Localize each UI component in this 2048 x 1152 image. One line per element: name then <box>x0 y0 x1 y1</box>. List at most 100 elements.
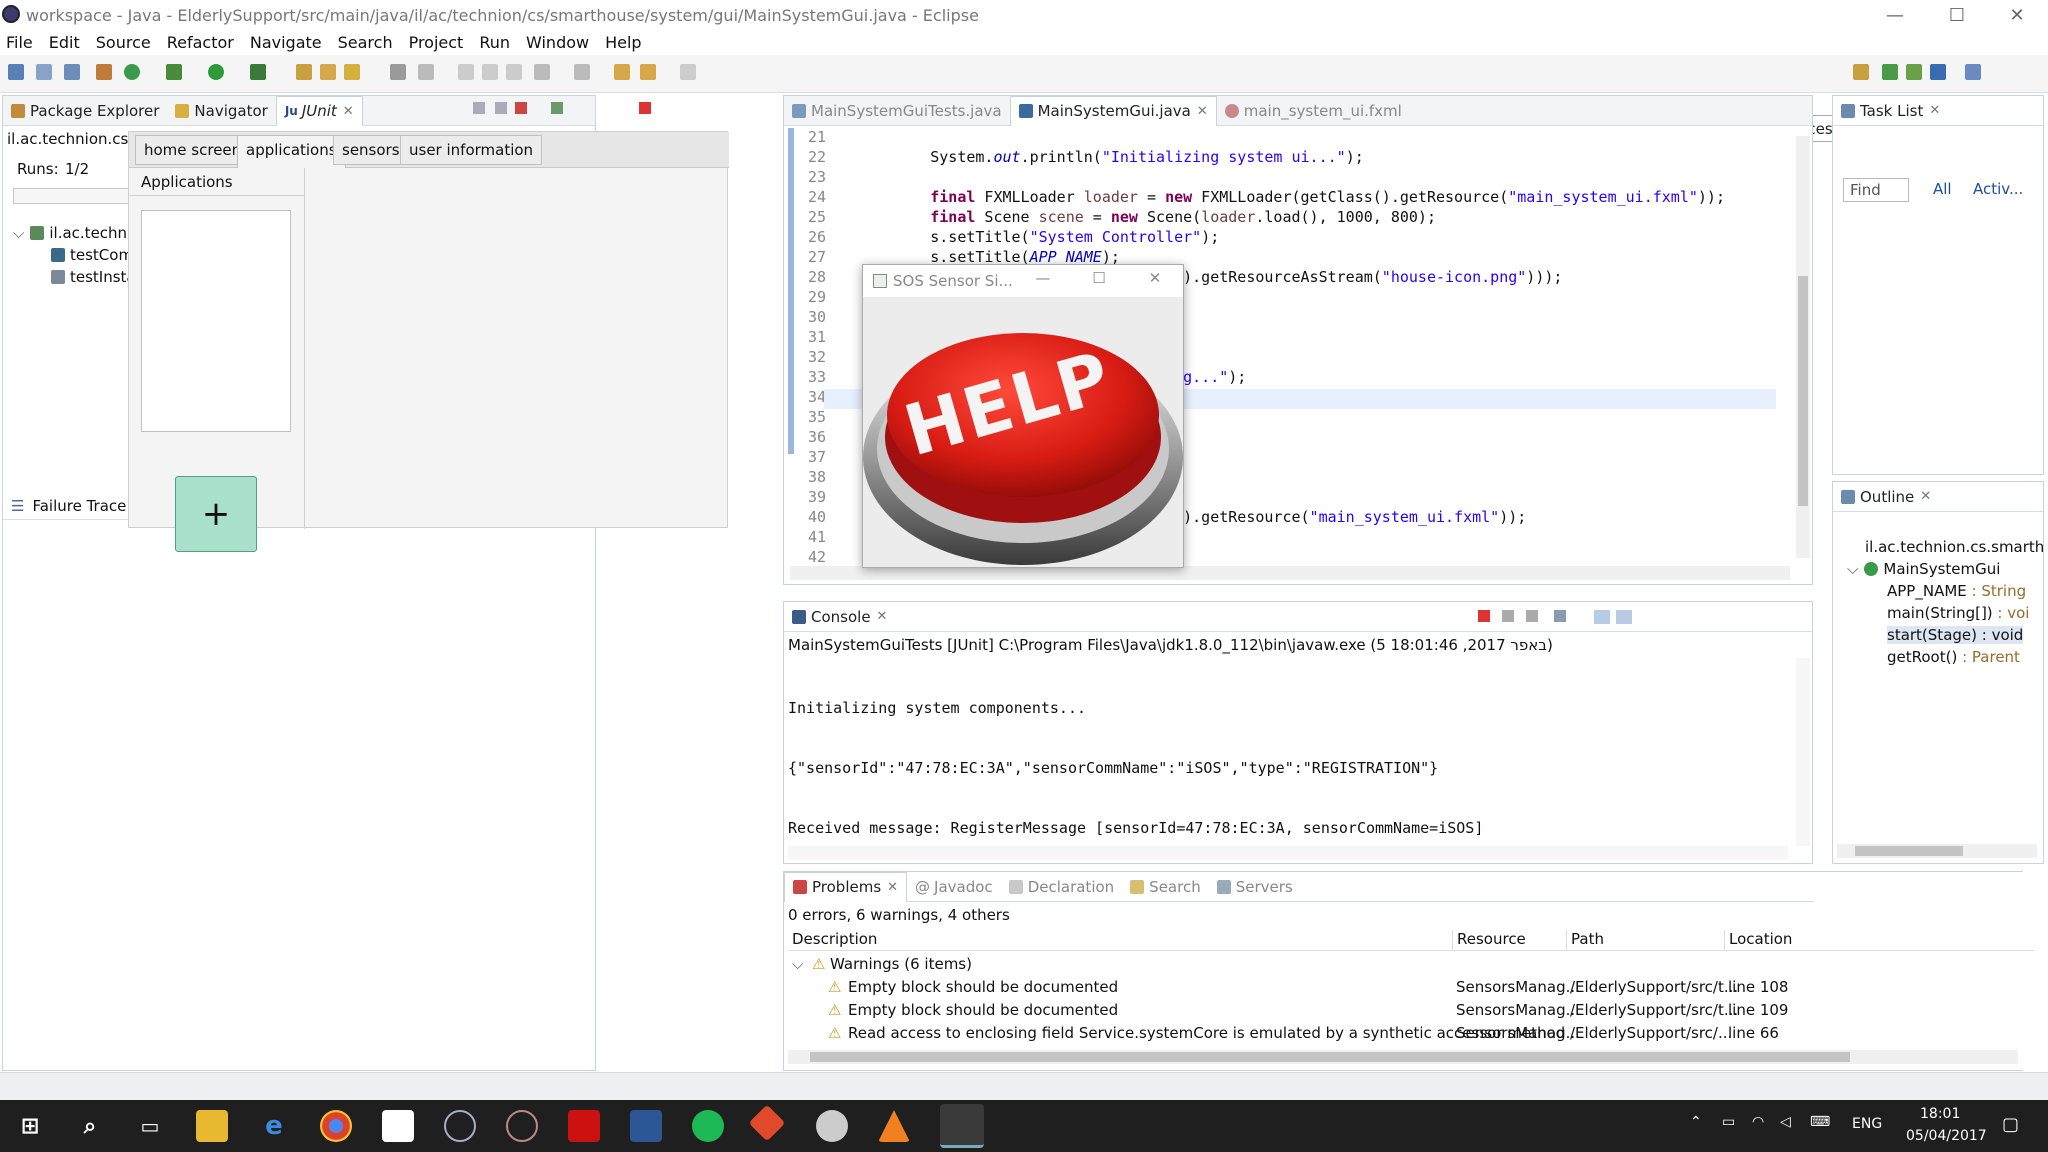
console-vertical-scrollbar[interactable] <box>1796 658 1810 846</box>
skip-breakpoints-icon[interactable] <box>36 64 52 80</box>
code-line[interactable]: 39 <box>796 488 858 508</box>
table-row[interactable]: ⚠ Empty block should be documented Senso… <box>784 975 2023 998</box>
editor-vertical-scrollbar[interactable] <box>1796 136 1810 558</box>
eclipse-taskbar-icon[interactable] <box>444 1110 476 1142</box>
minimize-button[interactable]: — <box>1866 0 1924 30</box>
close-button[interactable]: ✕ <box>1988 0 2046 30</box>
outline-item-method[interactable]: main(String[]) : voi <box>1887 604 2029 622</box>
close-icon[interactable]: ✕ <box>1920 489 1931 504</box>
block-icon[interactable] <box>482 64 498 80</box>
remove-launch-icon[interactable] <box>1502 610 1514 622</box>
tab-junit[interactable]: Ju JUnit ✕ <box>275 95 363 126</box>
chevron-down-icon[interactable]: ⌵ <box>13 224 24 242</box>
tray-up-chevron-icon[interactable]: ⌃ <box>1690 1114 1702 1130</box>
tab-outline[interactable]: Outline ✕ <box>1833 482 1939 512</box>
fx-tab-home-screen[interactable]: home screen <box>135 135 251 165</box>
clock-time[interactable]: 18:01 <box>1920 1106 1960 1122</box>
remove-all-icon[interactable] <box>1526 610 1538 622</box>
stop-icon[interactable] <box>639 102 651 114</box>
code-line[interactable]: 26 s.setTitle("System Controller"); <box>796 228 1219 248</box>
code-line[interactable]: 31 <box>796 328 858 348</box>
close-icon[interactable]: ✕ <box>343 104 354 119</box>
menu-project[interactable]: Project <box>409 33 464 52</box>
tree-root[interactable]: ⌵ il.ac.technio <box>13 224 140 242</box>
format-icon[interactable] <box>458 64 474 80</box>
menu-file[interactable]: File <box>6 33 33 52</box>
outline-item-class[interactable]: ⌵ MainSystemGui <box>1847 560 2000 578</box>
menu-run[interactable]: Run <box>479 33 510 52</box>
new-java-project-icon[interactable] <box>64 64 80 80</box>
scroll-thumb[interactable] <box>810 1052 1850 1062</box>
scroll-thumb[interactable] <box>1798 276 1808 506</box>
sos-close-button[interactable]: ✕ <box>1135 269 1175 293</box>
language-indicator[interactable]: ENG <box>1852 1116 1882 1132</box>
spotify-icon[interactable] <box>692 1110 724 1142</box>
tab-navigator[interactable]: Navigator <box>167 96 275 126</box>
fx-add-application-button[interactable]: + <box>175 476 257 552</box>
outline-item-package[interactable]: il.ac.technion.cs.smarth <box>1865 538 2044 556</box>
outline-item-field[interactable]: APP_NAME : String <box>1887 582 2026 600</box>
open-perspective-icon[interactable] <box>1853 64 1869 80</box>
show-stdout-icon[interactable] <box>1594 610 1610 624</box>
menu-search[interactable]: Search <box>338 33 393 52</box>
code-line[interactable]: 23 <box>796 168 858 188</box>
code-line[interactable]: 24 final FXMLLoader loader = new FXMLLoa… <box>796 188 1725 208</box>
console-horizontal-scrollbar[interactable] <box>788 846 1788 860</box>
fx-tab-user-information[interactable]: user information <box>400 135 543 165</box>
coverage-icon[interactable] <box>250 64 266 80</box>
sos-help-button[interactable]: HELP <box>863 297 1183 567</box>
open-type-icon[interactable] <box>296 64 312 80</box>
tab-mainsystemguitests[interactable]: MainSystemGuiTests.java <box>784 96 1010 126</box>
code-line[interactable]: 22 System. out .println("Initializing syst… <box>796 148 1364 168</box>
tab-package-explorer[interactable]: Package Explorer <box>3 96 167 126</box>
editor-horizontal-scrollbar[interactable] <box>790 566 1790 580</box>
outline-item-method[interactable]: getRoot() : Parent <box>1887 648 2020 666</box>
failures-only-icon[interactable] <box>515 102 527 114</box>
menu-navigate[interactable]: Navigate <box>250 33 322 52</box>
file-explorer-icon[interactable] <box>196 1110 228 1142</box>
chevron-down-icon[interactable]: ⌵ <box>1847 560 1858 578</box>
app-icon[interactable] <box>816 1110 848 1142</box>
clear-console-icon[interactable] <box>1554 610 1566 622</box>
new-package-icon[interactable] <box>96 64 112 80</box>
wifi-icon[interactable]: ◠ <box>1752 1114 1764 1130</box>
code-line[interactable]: 37 <box>796 448 858 468</box>
code-line[interactable]: 42 <box>796 548 858 564</box>
col-description[interactable]: Description <box>792 930 877 948</box>
col-path[interactable]: Path <box>1566 930 1604 950</box>
code-line[interactable]: 25 final Scene scene = new Scene(loader.… <box>796 208 1436 228</box>
scroll-thumb[interactable] <box>1855 846 1963 856</box>
code-line[interactable]: 36 <box>796 428 858 448</box>
col-location[interactable]: Location <box>1724 930 1792 950</box>
git-icon[interactable] <box>748 1104 786 1142</box>
task-find-input[interactable]: Find <box>1843 178 1909 202</box>
java-ee-perspective-icon[interactable] <box>1906 64 1922 80</box>
fx-tab-applications[interactable]: applications <box>237 135 346 168</box>
sos-minimize-button[interactable]: — <box>1023 269 1063 293</box>
table-row[interactable]: ⚠ Empty block should be documented Senso… <box>784 998 2023 1021</box>
menu-refactor[interactable]: Refactor <box>167 33 234 52</box>
tab-search[interactable]: Search <box>1122 872 1209 902</box>
java-perspective-icon[interactable] <box>1930 64 1946 80</box>
tab-console[interactable]: Console ✕ <box>784 602 895 632</box>
tab-task-list[interactable]: Task List ✕ <box>1833 96 1948 126</box>
code-line[interactable]: 35 <box>796 408 858 428</box>
tab-servers[interactable]: Servers <box>1209 872 1301 902</box>
code-line[interactable]: 32 <box>796 348 858 368</box>
fx-applications-list[interactable] <box>141 210 291 432</box>
code-line[interactable]: 21 <box>796 128 858 148</box>
vlc-icon[interactable] <box>878 1110 910 1142</box>
pin-icon[interactable] <box>506 64 522 80</box>
word-icon[interactable] <box>630 1110 662 1142</box>
tab-declaration[interactable]: Declaration <box>1001 872 1122 902</box>
settings-gear-icon[interactable] <box>506 1110 538 1142</box>
debug-icon[interactable] <box>166 64 182 80</box>
terminate-icon[interactable] <box>1478 610 1490 622</box>
outline-item-method-selected[interactable]: start(Stage) : void <box>1887 626 2024 644</box>
new-class-icon[interactable] <box>124 64 140 80</box>
code-line[interactable]: 29 <box>796 288 858 308</box>
next-failure-icon[interactable] <box>473 102 485 114</box>
chrome-icon[interactable] <box>320 1110 352 1142</box>
back-arrow-icon[interactable] <box>640 64 656 80</box>
forward-arrow-icon[interactable] <box>680 64 696 80</box>
